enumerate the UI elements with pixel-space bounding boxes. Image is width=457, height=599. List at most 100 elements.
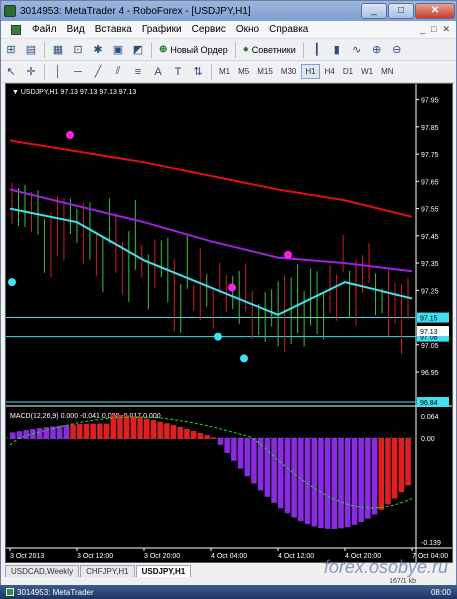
macd-histogram-bar — [237, 438, 244, 469]
tester-icon[interactable]: ◩ — [129, 41, 147, 59]
timeframe-m1[interactable]: M1 — [216, 65, 233, 78]
macd-histogram-bar — [378, 438, 384, 510]
line-chart-icon[interactable]: ∿ — [348, 41, 366, 59]
arrows-icon[interactable]: ⇅ — [189, 63, 207, 81]
macd-histogram-bar — [150, 420, 157, 439]
vertical-line-icon[interactable]: │ — [49, 63, 67, 81]
bar-chart-icon[interactable]: ┃ — [308, 41, 326, 59]
macd-histogram-bar — [231, 438, 237, 461]
metatrader-icon — [4, 5, 16, 17]
macd-histogram-bar — [318, 438, 324, 529]
crosshair-icon[interactable]: ✛ — [22, 63, 40, 81]
new-order-button[interactable]: ⊕ Новый Ордер — [155, 41, 232, 59]
fibo-icon[interactable]: ≡ — [129, 63, 147, 81]
cyan-signal-dot — [240, 354, 248, 363]
timeframe-m30[interactable]: M30 — [278, 65, 300, 78]
chart-document-icon[interactable] — [11, 24, 21, 35]
macd-histogram-bar — [70, 424, 76, 439]
menu-help[interactable]: Справка — [264, 24, 313, 35]
price-tick-label: 97.55 — [421, 207, 439, 214]
macd-histogram-bar — [177, 426, 183, 439]
price-tick-label: 97.35 — [421, 261, 439, 268]
macd-tick-label: 0.00 — [421, 436, 435, 443]
macd-histogram-bar — [331, 438, 338, 529]
time-tick-label: 3 Oct 2013 — [10, 553, 44, 560]
macd-histogram-bar — [10, 432, 16, 439]
market-watch-icon[interactable]: ▦ — [49, 41, 67, 59]
timeframe-h4[interactable]: H4 — [322, 65, 338, 78]
menu-tools[interactable]: Сервис — [187, 24, 231, 35]
taskbar: 3014953: MetaTrader 08:00 — [0, 585, 457, 599]
clock: 08:00 — [430, 587, 451, 597]
macd-histogram-bar — [123, 415, 130, 439]
trendline-icon[interactable]: ╱ — [89, 63, 107, 81]
tab-usdcad-weekly[interactable]: USDCAD,Weekly — [5, 565, 80, 577]
standard-toolbar: ⊞ ▤ ▦ ⊡ ✱ ▣ ◩ ⊕ Новый Ордер ● Советники ┃ … — [1, 39, 456, 61]
macd-histogram-bar — [338, 438, 344, 529]
horizontal-line-icon[interactable]: ─ — [69, 63, 87, 81]
channel-icon[interactable]: ⫽ — [109, 63, 127, 81]
magenta-signal-dot — [228, 283, 236, 292]
text-icon[interactable]: A — [149, 63, 167, 81]
doc-restore-button[interactable]: □ — [431, 24, 436, 35]
tab-chfjpy-h1[interactable]: CHFJPY,H1 — [80, 565, 135, 577]
timeframe-d1[interactable]: D1 — [340, 65, 356, 78]
macd-histogram-bar — [190, 430, 197, 439]
macd-histogram-bar — [405, 438, 411, 486]
zoom-in-icon[interactable]: ⊕ — [368, 41, 386, 59]
maximize-button[interactable]: □ — [388, 3, 414, 19]
cursor-icon[interactable]: ↖ — [2, 63, 20, 81]
menu-insert[interactable]: Вставка — [90, 24, 137, 35]
price-tick-label: 97.85 — [421, 125, 439, 132]
time-tick-label: 4 Oct 12:00 — [278, 553, 314, 560]
menu-charts[interactable]: Графики — [137, 24, 187, 35]
tab-usdjpy-h1[interactable]: USDJPY,H1 — [135, 565, 192, 577]
macd-histogram-bar — [211, 437, 217, 439]
terminal-icon[interactable]: ▣ — [109, 41, 127, 59]
candlestick-icon[interactable]: ▮ — [328, 41, 346, 59]
macd-histogram-bar — [197, 433, 204, 439]
label-icon[interactable]: T — [169, 63, 187, 81]
chart-canvas[interactable]: 97.95 97.85 97.75 97.65 97.55 97.45 97.35 97.25… — [6, 84, 452, 562]
macd-histogram-bar — [164, 423, 170, 439]
timeframe-w1[interactable]: W1 — [358, 65, 376, 78]
close-button[interactable]: ✕ — [415, 3, 455, 19]
macd-histogram-bar — [278, 438, 284, 509]
profiles-icon[interactable]: ▤ — [22, 41, 40, 59]
macd-histogram-bar — [217, 438, 224, 445]
doc-minimize-button[interactable]: _ — [420, 24, 425, 35]
macd-histogram-bar — [170, 425, 177, 439]
menu-view[interactable]: Вид — [62, 24, 90, 35]
macd-histogram-bar — [271, 438, 277, 503]
watermark: forex.osobye.ru — [323, 557, 448, 577]
menu-window[interactable]: Окно — [231, 24, 264, 35]
price-label-text: 96.84 — [420, 400, 438, 407]
macd-histogram-bar — [204, 435, 210, 439]
navigator-icon[interactable]: ✱ — [89, 41, 107, 59]
cyan-signal-dot — [214, 332, 222, 341]
macd-histogram-bar — [224, 438, 230, 453]
minimize-button[interactable]: _ — [361, 3, 387, 19]
time-tick-label: 3 Oct 12:00 — [77, 553, 113, 560]
macd-histogram-bar — [43, 427, 49, 439]
data-window-icon[interactable]: ⊡ — [69, 41, 87, 59]
macd-histogram-bar — [324, 438, 331, 529]
macd-histogram-bar — [391, 438, 398, 499]
timeframe-m5[interactable]: M5 — [235, 65, 252, 78]
timeframe-mn[interactable]: MN — [378, 65, 396, 78]
price-chart[interactable]: 97.95 97.85 97.75 97.65 97.55 97.45 97.35 97.25… — [5, 83, 453, 563]
new-order-label: Новый Ордер — [170, 44, 228, 55]
timeframe-h1[interactable]: H1 — [301, 64, 320, 79]
time-tick-label: 4 Oct 04:00 — [211, 553, 247, 560]
macd-histogram-bar — [157, 421, 163, 439]
macd-histogram-bar — [365, 438, 371, 519]
expert-advisors-button[interactable]: ● Советники — [239, 41, 300, 59]
tools-toolbar: ↖ ✛ │ ─ ╱ ⫽ ≡ A T ⇅ M1 M5 M15 M30 H1 H4 … — [1, 61, 456, 83]
macd-histogram-bar — [304, 438, 311, 525]
zoom-out-icon[interactable]: ⊖ — [388, 41, 406, 59]
new-chart-icon[interactable]: ⊞ — [2, 41, 20, 59]
doc-close-button[interactable]: ✕ — [442, 24, 450, 35]
menu-file[interactable]: Файл — [27, 24, 62, 35]
timeframe-m15[interactable]: M15 — [254, 65, 276, 78]
taskbar-app-button[interactable]: 3014953: MetaTrader — [0, 588, 100, 597]
